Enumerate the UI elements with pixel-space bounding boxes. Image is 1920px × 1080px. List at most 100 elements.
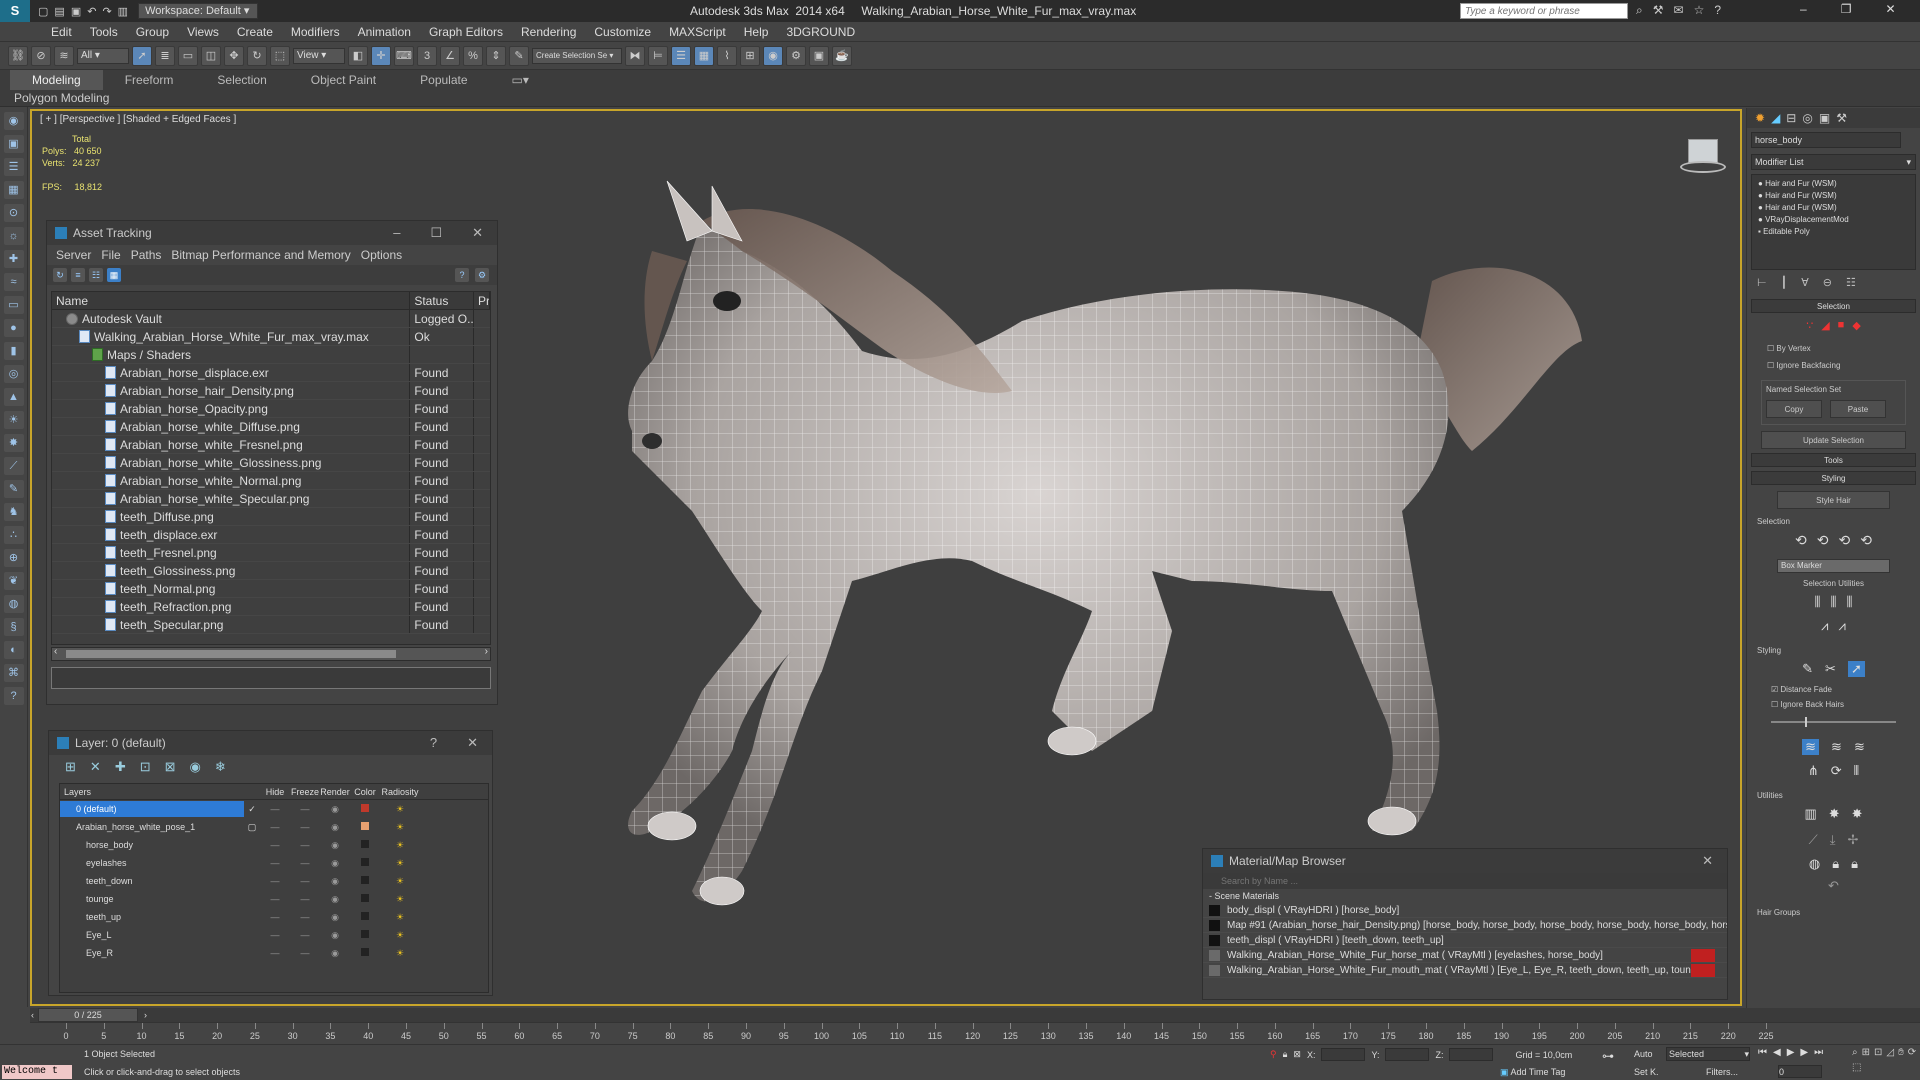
select-and-move-icon[interactable]: ✥: [224, 45, 244, 66]
biped-icon[interactable]: ♞: [3, 503, 24, 521]
layer-name[interactable]: tounge: [60, 891, 244, 907]
refresh-icon[interactable]: ↻: [53, 268, 67, 282]
layer-freeze-toggle[interactable]: —: [290, 948, 320, 958]
layer-row[interactable]: teeth_down — — ◉ ☀: [60, 872, 488, 890]
layer-name[interactable]: horse_body: [60, 837, 244, 853]
zoom-extents-icon[interactable]: ⊡: [1874, 1047, 1882, 1058]
asset-menu-paths[interactable]: Paths: [126, 248, 167, 262]
schematic-view-icon[interactable]: ⊞: [740, 45, 760, 66]
motion-tab-icon[interactable]: ◎: [1802, 111, 1812, 125]
previous-frame-icon[interactable]: ◀: [1773, 1047, 1781, 1058]
layer-hide-toggle[interactable]: —: [260, 822, 290, 832]
maxscript-listener[interactable]: Welcome t: [2, 1065, 72, 1079]
styling-rollout-header[interactable]: Styling: [1751, 471, 1916, 485]
ribbon-tab-modeling[interactable]: Modeling: [10, 70, 103, 90]
modifier-stack-item[interactable]: ▪ Editable Poly: [1752, 226, 1915, 238]
select-object-icon[interactable]: ➚: [132, 45, 152, 66]
asset-row[interactable]: Arabian_horse_hair_Density.png Found: [52, 382, 490, 400]
y-coordinate-field[interactable]: [1385, 1048, 1430, 1061]
modifier-stack-item[interactable]: ● Hair and Fur (WSM): [1752, 178, 1915, 190]
by-vertex-checkbox[interactable]: ☐ By Vertex: [1747, 338, 1920, 353]
layer-hide-toggle[interactable]: —: [260, 804, 290, 814]
radiosity-icon[interactable]: ☀: [380, 822, 420, 833]
asset-row[interactable]: teeth_Refraction.png Found: [52, 598, 490, 616]
layer-row[interactable]: 0 (default) ✓ — — ◉ ☀: [60, 800, 488, 818]
track-bar[interactable]: 0 5 10 15 20 25 30 35 40 45 50 55 60 65 70 75 80 85 90 95 10…: [30, 1022, 1920, 1044]
orbit-icon[interactable]: ⟳: [1908, 1047, 1916, 1058]
style-hair-button[interactable]: Style Hair: [1777, 491, 1890, 509]
bone-icon[interactable]: ⟋: [3, 457, 24, 475]
selection-filter-dropdown[interactable]: All ▾: [77, 47, 129, 64]
layer-freeze-toggle[interactable]: —: [290, 876, 320, 886]
camera-icon[interactable]: ⊙: [3, 204, 24, 222]
next-frame-icon[interactable]: ▶: [1800, 1047, 1808, 1058]
material-item[interactable]: Walking_Arabian_Horse_White_Fur_horse_ma…: [1203, 948, 1727, 963]
omni-light-icon[interactable]: ✸: [3, 434, 24, 452]
scroll-right-icon[interactable]: ›: [485, 646, 488, 657]
layers-icon[interactable]: ☰: [3, 158, 24, 176]
time-slider-thumb[interactable]: ‹ 0 / 225 ›: [31, 1008, 147, 1022]
paint-icon[interactable]: ✎: [3, 480, 24, 498]
hide-selected-icon[interactable]: ⩘: [1821, 618, 1828, 634]
stand-hair-icon[interactable]: ≋: [1831, 739, 1842, 755]
delete-layer-icon[interactable]: ✕: [90, 759, 101, 775]
layer-hide-toggle[interactable]: —: [260, 876, 290, 886]
go-to-end-icon[interactable]: ⏭: [1814, 1047, 1823, 1058]
radiosity-icon[interactable]: ☀: [380, 804, 420, 815]
isolate-icon[interactable]: ⚲: [1270, 1049, 1277, 1060]
torus-icon[interactable]: ◎: [3, 365, 24, 383]
asset-row[interactable]: Maps / Shaders: [52, 346, 490, 364]
utilities-tab-icon[interactable]: ⚒: [1836, 111, 1847, 125]
fov-icon[interactable]: ◿: [1886, 1047, 1894, 1058]
material-item[interactable]: teeth_displ ( VRayHDRI ) [teeth_down, te…: [1203, 933, 1727, 948]
radiosity-column[interactable]: Radiosity: [380, 784, 420, 799]
time-slider-prev-icon[interactable]: ‹: [31, 1009, 34, 1021]
hide-all-layers-icon[interactable]: ◉: [190, 759, 201, 775]
spinner-snap-icon[interactable]: ⇕: [486, 45, 506, 66]
save-file-icon[interactable]: ▣: [71, 5, 81, 18]
unlink-icon[interactable]: ⊘: [31, 45, 51, 66]
spacewarp-icon[interactable]: ≈: [3, 273, 24, 291]
play-icon[interactable]: ▶: [1787, 1047, 1795, 1058]
layer-row[interactable]: Eye_R — — ◉ ☀: [60, 944, 488, 962]
edge-icon[interactable]: ◢: [1821, 319, 1829, 332]
asset-row[interactable]: Arabian_horse_white_Diffuse.png Found: [52, 418, 490, 436]
layer-color-swatch[interactable]: [350, 912, 380, 922]
layer-freeze-toggle[interactable]: —: [290, 912, 320, 922]
rectangular-selection-icon[interactable]: ▭: [178, 45, 198, 66]
material-item[interactable]: Walking_Arabian_Horse_White_Fur_mouth_ma…: [1203, 963, 1727, 978]
tools-rollout-header[interactable]: Tools: [1751, 453, 1916, 467]
selection-rollout-header[interactable]: Selection: [1751, 299, 1916, 313]
edit-named-selection-icon[interactable]: ✎: [509, 45, 529, 66]
named-selection-dropdown[interactable]: Create Selection Se ▾: [532, 47, 622, 64]
keyboard-shortcut-override-icon[interactable]: ⌨: [394, 45, 414, 66]
zoom-icon[interactable]: ⌕: [1852, 1047, 1858, 1058]
render-setup-icon[interactable]: ⚙: [786, 45, 806, 66]
asset-row[interactable]: Arabian_horse_white_Specular.png Found: [52, 490, 490, 508]
layer-render-toggle[interactable]: ◉: [320, 858, 350, 869]
select-guide-by-root-icon[interactable]: ⟲: [1860, 532, 1872, 549]
maximize-viewport-icon[interactable]: ⬚: [1852, 1062, 1861, 1073]
invert-selection-icon[interactable]: ⫼: [1815, 594, 1821, 610]
layer-hide-toggle[interactable]: —: [260, 894, 290, 904]
asset-row[interactable]: teeth_displace.exr Found: [52, 526, 490, 544]
layer-render-toggle[interactable]: ◉: [320, 876, 350, 887]
modifier-toggle-icon[interactable]: ●: [1758, 191, 1765, 200]
layer-name[interactable]: 0 (default): [60, 801, 244, 817]
hierarchy-tab-icon[interactable]: ⊟: [1786, 111, 1796, 125]
ribbon-tab-object-paint[interactable]: Object Paint: [289, 70, 398, 90]
vertex-icon[interactable]: ∵: [1806, 319, 1813, 332]
radiosity-icon[interactable]: ☀: [380, 858, 420, 869]
select-by-name-icon[interactable]: ≣: [155, 45, 175, 66]
menu-item-edit[interactable]: Edit: [42, 25, 81, 39]
render-production-icon[interactable]: ☕: [832, 45, 852, 66]
communication-icon[interactable]: ✉: [1674, 3, 1684, 18]
scale-hair-icon[interactable]: ⫴: [1854, 763, 1859, 779]
favorites-icon[interactable]: ☆: [1694, 3, 1705, 18]
z-coordinate-field[interactable]: [1449, 1048, 1494, 1061]
layer-hide-toggle[interactable]: —: [260, 930, 290, 940]
attenuate-icon[interactable]: ▥: [1804, 806, 1816, 822]
asset-row[interactable]: teeth_Glossiness.png Found: [52, 562, 490, 580]
layer-hide-toggle[interactable]: —: [260, 840, 290, 850]
detail-view-icon[interactable]: ☷: [89, 268, 103, 282]
